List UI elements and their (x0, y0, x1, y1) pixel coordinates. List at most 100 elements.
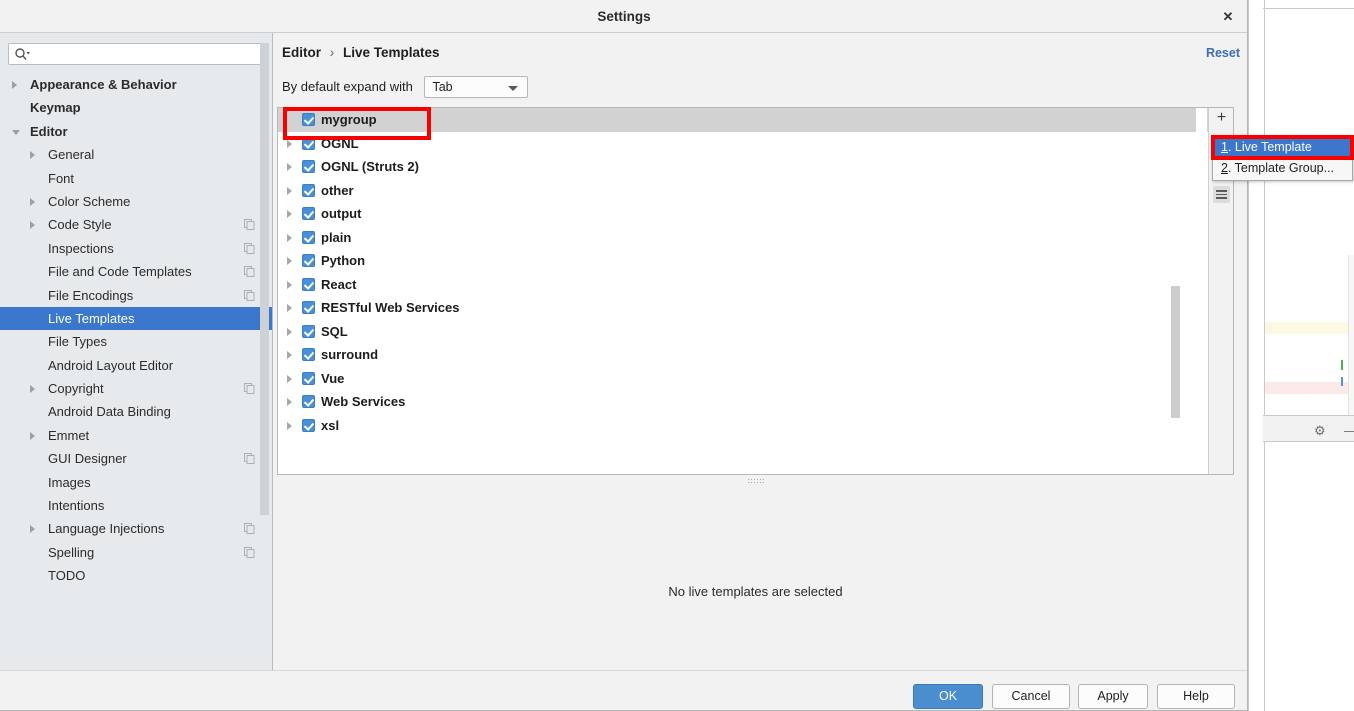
template-list-scrollbar[interactable] (1171, 108, 1207, 474)
chevron-right-icon[interactable] (287, 257, 292, 265)
settings-sidebar: Appearance & Behavior Keymap Editor General… (0, 33, 273, 670)
template-group-row[interactable]: OGNL (Struts 2) (278, 155, 1209, 179)
close-icon[interactable]: ✕ (1220, 9, 1236, 25)
checkbox-checked-icon[interactable] (302, 183, 315, 197)
chevron-right-icon[interactable] (287, 351, 292, 359)
chevron-right-icon[interactable] (30, 525, 38, 534)
sidebar-item-android-data-binding[interactable]: Android Data Binding (0, 400, 272, 423)
checkbox-checked-icon[interactable] (302, 113, 315, 126)
sidebar-item-todo[interactable]: TODO (0, 564, 272, 587)
chevron-right-icon[interactable] (287, 398, 292, 406)
chevron-right-icon[interactable] (287, 304, 292, 312)
checkbox-checked-icon[interactable] (302, 301, 315, 314)
breadcrumb-root[interactable]: Editor (282, 45, 321, 60)
minimize-icon[interactable]: — (1344, 424, 1354, 437)
reset-link[interactable]: Reset (1206, 46, 1240, 60)
chevron-right-icon[interactable] (287, 421, 292, 430)
template-group-row[interactable]: React (278, 273, 1209, 297)
checkbox-checked-icon[interactable] (302, 277, 315, 291)
checkbox-checked-icon[interactable] (302, 230, 315, 244)
expand-with-dropdown[interactable]: Tab (424, 76, 529, 98)
sidebar-item-inspections[interactable]: Inspections (0, 237, 272, 260)
list-icon[interactable] (1213, 186, 1230, 203)
checkbox-checked-icon[interactable] (302, 160, 315, 173)
template-group-row[interactable]: plain (278, 226, 1209, 250)
template-group-row[interactable]: other (278, 179, 1209, 203)
chevron-right-icon[interactable] (287, 186, 292, 195)
chevron-right-icon[interactable] (30, 385, 38, 394)
sidebar-item-live-templates[interactable]: Live Templates (0, 306, 272, 331)
chevron-down-icon[interactable] (12, 129, 20, 138)
help-button[interactable]: Help (1157, 684, 1235, 709)
panel-splitter[interactable] (277, 476, 1234, 485)
sidebar-item-general[interactable]: General (0, 143, 272, 166)
menu-item-live-template[interactable]: 1. Live Template (1213, 137, 1352, 158)
cancel-button[interactable]: Cancel (992, 684, 1070, 709)
template-group-row[interactable]: surround (278, 343, 1209, 367)
checkbox-checked-icon[interactable] (302, 136, 315, 150)
sidebar-item-file-and-code-templates[interactable]: File and Code Templates (0, 260, 272, 283)
checkbox-checked-icon[interactable] (302, 418, 315, 432)
checkbox-checked-icon[interactable] (302, 371, 315, 385)
template-list-scrollbar-thumb[interactable] (1171, 286, 1180, 418)
template-group-row[interactable]: OGNL (278, 132, 1209, 156)
template-group-row[interactable]: Vue (278, 367, 1209, 391)
template-group-row[interactable]: mygroup (278, 108, 1209, 132)
bg-editor-scrollbar[interactable] (1348, 255, 1354, 423)
sidebar-item-file-encodings[interactable]: File Encodings (0, 284, 272, 307)
sidebar-item-language-injections[interactable]: Language Injections (0, 517, 272, 540)
template-group-row[interactable]: RESTful Web Services (278, 296, 1209, 320)
chevron-right-icon[interactable] (287, 374, 292, 383)
sidebar-item-code-style[interactable]: Code Style (0, 213, 272, 236)
template-groups-list: mygroup OGNL OGNL (Struts 2) other output pla… (277, 107, 1234, 475)
sidebar-item-font[interactable]: Font (0, 167, 272, 190)
sidebar-item-file-types[interactable]: File Types (0, 330, 272, 353)
chevron-right-icon[interactable] (287, 210, 292, 218)
chevron-right-icon[interactable] (287, 233, 292, 242)
template-group-row[interactable]: xsl (278, 414, 1209, 438)
sidebar-item-emmet[interactable]: Emmet (0, 424, 272, 447)
copy-icon (244, 219, 255, 231)
search-input[interactable] (8, 43, 265, 65)
gear-icon[interactable]: ⚙ (1314, 424, 1326, 437)
sidebar-item-gui-designer[interactable]: GUI Designer (0, 447, 272, 470)
chevron-right-icon[interactable] (287, 139, 292, 148)
template-group-label: RESTful Web Services (321, 300, 460, 315)
settings-category-tree[interactable]: Appearance & Behavior Keymap Editor General… (0, 73, 272, 670)
sidebar-item-copyright[interactable]: Copyright (0, 377, 272, 400)
sidebar-item-color-scheme[interactable]: Color Scheme (0, 190, 272, 213)
chevron-right-icon[interactable] (287, 327, 292, 336)
sidebar-item-label: Android Layout Editor (48, 357, 174, 373)
chevron-right-icon[interactable] (30, 221, 38, 230)
apply-button[interactable]: Apply (1078, 684, 1148, 709)
menu-item-template-group[interactable]: 2. Template Group... (1213, 158, 1352, 179)
sidebar-item-spelling[interactable]: Spelling (0, 541, 272, 564)
sidebar-item-images[interactable]: Images (0, 471, 272, 494)
template-group-row[interactable]: output (278, 202, 1209, 226)
sidebar-item-keymap[interactable]: Keymap (0, 96, 272, 119)
chevron-right-icon[interactable] (287, 163, 292, 171)
sidebar-scrollbar-thumb[interactable] (260, 43, 269, 515)
search-box[interactable] (8, 43, 265, 65)
chevron-right-icon[interactable] (30, 151, 38, 160)
sidebar-item-editor[interactable]: Editor (0, 120, 272, 143)
checkbox-checked-icon[interactable] (302, 348, 315, 361)
checkbox-checked-icon[interactable] (302, 324, 315, 338)
chevron-right-icon[interactable] (287, 280, 292, 289)
ok-button[interactable]: OK (913, 684, 983, 709)
chevron-right-icon[interactable] (30, 431, 38, 440)
sidebar-item-android-layout-editor[interactable]: Android Layout Editor (0, 354, 272, 377)
template-group-row[interactable]: Python (278, 249, 1209, 273)
add-template-button[interactable] (1213, 109, 1230, 129)
checkbox-checked-icon[interactable] (302, 395, 315, 408)
sidebar-item-intentions[interactable]: Intentions (0, 494, 272, 517)
sidebar-scrollbar[interactable] (260, 33, 271, 670)
chevron-right-icon[interactable] (12, 81, 20, 89)
template-group-row[interactable]: Web Services (278, 390, 1209, 414)
checkbox-checked-icon[interactable] (302, 254, 315, 267)
sidebar-item-appearance-behavior[interactable]: Appearance & Behavior (0, 73, 272, 96)
template-groups-rows[interactable]: mygroup OGNL OGNL (Struts 2) other output pla… (278, 108, 1209, 474)
checkbox-checked-icon[interactable] (302, 207, 315, 220)
template-group-row[interactable]: SQL (278, 320, 1209, 344)
chevron-right-icon[interactable] (30, 197, 38, 206)
